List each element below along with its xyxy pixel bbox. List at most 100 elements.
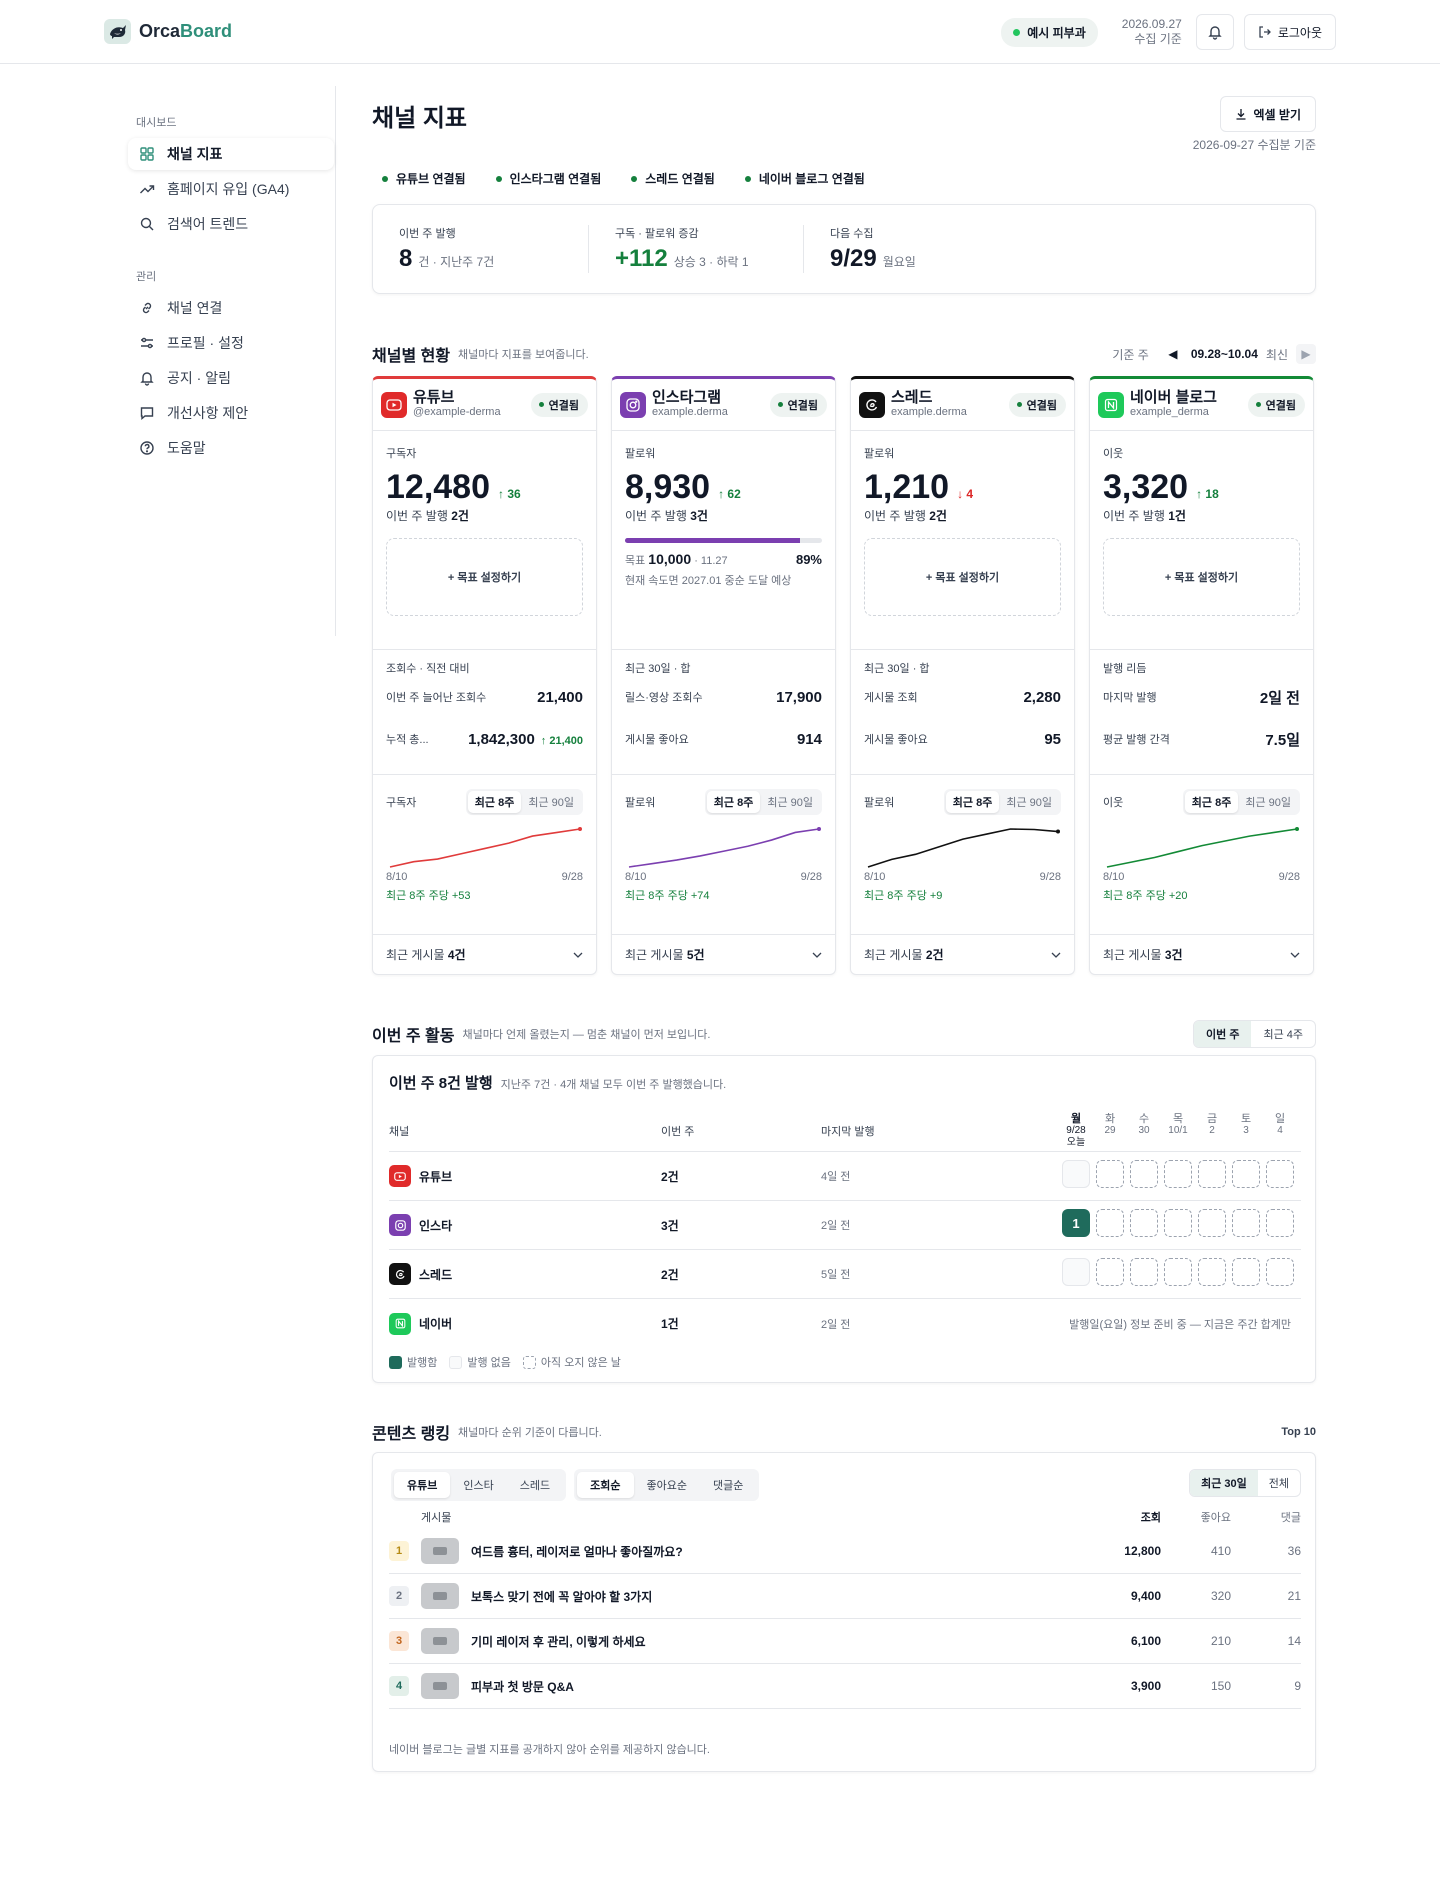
trend-line bbox=[1106, 828, 1298, 868]
metric-label: 팔로워 bbox=[864, 448, 895, 460]
stat-row: 게시물 조회 2,280 bbox=[864, 688, 1061, 706]
sort-likes[interactable]: 좋아요순 bbox=[634, 1472, 700, 1498]
activity-table-header: 채널 이번 주 마지막 발행 월 9/28 오늘 화 29 수 30 목 10/1 금2 … bbox=[389, 1110, 1301, 1152]
activity-row-youtube: 유튜브 2건 4일 전 bbox=[389, 1152, 1301, 1201]
rank-badge: 1 bbox=[389, 1541, 409, 1561]
day-cell-future bbox=[1198, 1160, 1226, 1188]
logo[interactable]: OrcaBoard bbox=[104, 19, 232, 44]
ranking-channel-tabs: 유튜브 인스타 스레드 bbox=[391, 1469, 567, 1501]
naver-icon bbox=[389, 1312, 411, 1335]
sort-comments[interactable]: 댓글순 bbox=[700, 1472, 756, 1498]
axis-end: 9/28 bbox=[561, 871, 583, 883]
sidebar-item-channel-metrics[interactable]: 채널 지표 bbox=[128, 138, 334, 170]
col-likes: 좋아요 bbox=[1200, 1512, 1231, 1524]
summary-card: 이번 주 발행 8 건 · 지난주 7건 구독 · 팔로워 증감 +112 상승 3… bbox=[372, 204, 1316, 294]
range-all[interactable]: 전체 bbox=[1258, 1470, 1300, 1496]
range-8w[interactable]: 최근 8주 bbox=[706, 791, 761, 813]
day-cells bbox=[1059, 1160, 1297, 1188]
notifications-button[interactable] bbox=[1195, 14, 1234, 50]
post-count: 2건 bbox=[661, 1267, 679, 1282]
connected-badge: 연결됨 bbox=[1008, 392, 1066, 417]
range-90d[interactable]: 최근 90일 bbox=[999, 791, 1059, 813]
section-subtitle: 채널마다 순위 기준이 다릅니다. bbox=[458, 1427, 602, 1439]
tab-this-week[interactable]: 이번 주 bbox=[1194, 1021, 1252, 1047]
channel-card-threads: 스레드 example.derma 연결됨 팔로워 1,210 ↓ 4 이번 주 … bbox=[850, 376, 1075, 975]
excel-download-button[interactable]: 엑셀 받기 bbox=[1219, 96, 1316, 132]
post-views: 12,800 bbox=[1124, 1544, 1161, 1558]
trend-last-point bbox=[1056, 829, 1060, 834]
channel-label: 인스타 bbox=[419, 1218, 453, 1233]
channel-card-naver: 네이버 블로그 example_derma 연결됨 이웃 3,320 ↑ 18 이… bbox=[1089, 376, 1314, 975]
weekly-posts: 이번 주 발행 1건 bbox=[1103, 509, 1186, 523]
range-8w[interactable]: 최근 8주 bbox=[945, 791, 1000, 813]
clinic-badge[interactable]: 예시 피부과 bbox=[1001, 17, 1098, 47]
post-count: 2건 bbox=[661, 1169, 679, 1184]
sidebar-item-profile-settings[interactable]: 프로필 · 설정 bbox=[128, 327, 334, 359]
sort-views[interactable]: 조회순 bbox=[577, 1472, 634, 1498]
trend-sparkline bbox=[628, 827, 821, 868]
sidebar-item-channel-connect[interactable]: 채널 연결 bbox=[128, 292, 334, 324]
stats-header: 발행 리듬 bbox=[1103, 663, 1147, 675]
sidebar-item-suggestions[interactable]: 개선사항 제안 bbox=[128, 397, 334, 429]
range-90d[interactable]: 최근 90일 bbox=[521, 791, 581, 813]
metric-delta: ↑ 62 bbox=[718, 487, 741, 501]
stat-row: 게시물 좋아요 95 bbox=[864, 730, 1061, 748]
range-90d[interactable]: 최근 90일 bbox=[760, 791, 820, 813]
set-goal-button[interactable]: + 목표 설정하기 bbox=[386, 538, 583, 616]
tab-instagram[interactable]: 인스타 bbox=[450, 1472, 506, 1498]
next-week-button[interactable]: ▶ bbox=[1296, 344, 1316, 364]
tab-last-4-weeks[interactable]: 최근 4주 bbox=[1251, 1021, 1315, 1047]
sidebar-item-label: 프로필 · 설정 bbox=[167, 335, 244, 351]
excel-label: 엑셀 받기 bbox=[1253, 107, 1302, 122]
status-dot bbox=[1013, 28, 1021, 36]
ranking-row[interactable]: 4 피부과 첫 방문 Q&A 3,900 150 9 bbox=[389, 1664, 1301, 1709]
logout-button[interactable]: 로그아웃 bbox=[1243, 14, 1336, 50]
range-90d[interactable]: 최근 90일 bbox=[1238, 791, 1298, 813]
stat-row: 평균 발행 간격 7.5일 bbox=[1103, 731, 1300, 749]
chevron-down-icon bbox=[812, 952, 822, 958]
sidebar-item-help[interactable]: 도움말 bbox=[128, 432, 334, 464]
post-title: 기미 레이저 후 관리, 이렇게 하세요 bbox=[471, 1634, 646, 1649]
tab-youtube[interactable]: 유튜브 bbox=[394, 1472, 451, 1498]
axis-start: 8/10 bbox=[386, 871, 408, 883]
range-8w[interactable]: 최근 8주 bbox=[467, 791, 522, 813]
goal-percent: 89% bbox=[795, 552, 822, 567]
recent-posts-toggle[interactable]: 최근 게시물 5건 bbox=[612, 934, 835, 974]
recent-posts-toggle[interactable]: 최근 게시물 2건 bbox=[851, 934, 1074, 974]
logout-icon bbox=[1259, 26, 1271, 38]
ranking-row[interactable]: 2 보톡스 맞기 전에 꼭 알아야 할 3가지 9,400 320 21 bbox=[389, 1574, 1301, 1619]
day-cell-future bbox=[1232, 1160, 1260, 1188]
goal-progress: 목표 10,000 · 11.27 89% 현재 속도면 2027.01 중순 도… bbox=[625, 538, 822, 616]
metric-value: 12,480 bbox=[386, 468, 490, 506]
ranking-row[interactable]: 3 기미 레이저 후 관리, 이렇게 하세요 6,100 210 14 bbox=[389, 1619, 1301, 1664]
sidebar-item-ga4[interactable]: 홈페이지 유입 (GA4) bbox=[128, 173, 334, 205]
ranking-table-header: 게시물 조회 좋아요 댓글 bbox=[389, 1505, 1301, 1529]
trend-note: 최근 8주 주당 +74 bbox=[625, 890, 710, 902]
trend-sparkline bbox=[867, 828, 1060, 868]
post-likes: 320 bbox=[1210, 1589, 1231, 1603]
top-bar: OrcaBoard 예시 피부과 2026.09.27 수집 기준 로그아웃 bbox=[0, 0, 1440, 64]
ranking-row[interactable]: 1 여드름 흉터, 레이저로 얼마나 좋아질까요? 12,800 410 36 bbox=[389, 1529, 1301, 1574]
sidebar-item-label: 홈페이지 유입 (GA4) bbox=[167, 181, 290, 197]
day-cell-future bbox=[1164, 1258, 1192, 1286]
channels-section-header: 채널별 현황 채널마다 지표를 보여줍니다. 기준 주 ◀ 09.28~10.0… bbox=[372, 342, 1316, 366]
tab-threads[interactable]: 스레드 bbox=[507, 1472, 563, 1498]
set-goal-button[interactable]: + 목표 설정하기 bbox=[1103, 538, 1300, 616]
range-30d[interactable]: 최근 30일 bbox=[1190, 1470, 1258, 1496]
recent-posts-toggle[interactable]: 최근 게시물 3건 bbox=[1090, 934, 1313, 974]
recent-posts-toggle[interactable]: 최근 게시물 4건 bbox=[373, 934, 596, 974]
prev-week-button[interactable]: ◀ bbox=[1163, 344, 1183, 364]
naver-icon bbox=[1098, 391, 1124, 418]
rank-badge: 2 bbox=[389, 1586, 409, 1606]
collected-note: 2026-09-27 수집분 기준 bbox=[1192, 138, 1316, 152]
sidebar-item-notices[interactable]: 공지 · 알림 bbox=[128, 362, 334, 394]
card-header: 스레드 example.derma 연결됨 bbox=[851, 379, 1074, 431]
range-8w[interactable]: 최근 8주 bbox=[1184, 791, 1239, 813]
trend-note: 최근 8주 주당 +53 bbox=[386, 890, 471, 902]
sidebar-item-search-trends[interactable]: 검색어 트렌드 bbox=[128, 208, 334, 240]
trend-last-point bbox=[817, 827, 821, 831]
trend-range-toggle: 최근 8주 최근 90일 bbox=[943, 789, 1061, 815]
set-goal-button[interactable]: + 목표 설정하기 bbox=[864, 538, 1061, 616]
sidebar: 대시보드 채널 지표 홈페이지 유입 (GA4) 검색어 트렌드 관리 채널 연… bbox=[128, 86, 336, 636]
last-post: 5일 전 bbox=[821, 1269, 851, 1281]
